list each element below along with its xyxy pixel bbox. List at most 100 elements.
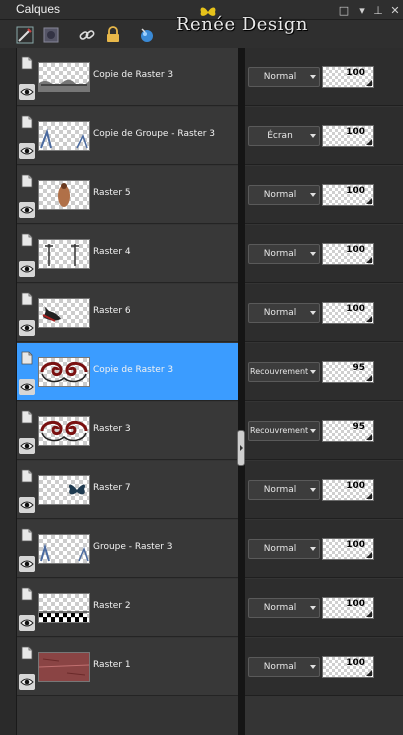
panel-splitter[interactable] <box>238 48 245 735</box>
mask-icon[interactable] <box>42 26 60 44</box>
opacity-field[interactable]: 95 <box>322 361 374 383</box>
layer-thumbnail[interactable] <box>38 593 90 623</box>
layer-name[interactable]: Groupe - Raster 3 <box>93 542 173 552</box>
layer-row[interactable]: Raster 5 <box>17 166 238 224</box>
blend-mode-label: Normal <box>263 249 297 259</box>
layer-thumbnail[interactable] <box>38 652 90 682</box>
lock-icon[interactable] <box>104 26 122 44</box>
opacity-slider-handle[interactable] <box>366 257 372 263</box>
globe-icon[interactable] <box>138 26 156 44</box>
link-icon[interactable] <box>78 26 96 44</box>
blend-mode-select[interactable]: Normal <box>248 303 320 323</box>
layer-type-icon[interactable] <box>20 56 34 70</box>
layer-name[interactable]: Copie de Groupe - Raster 3 <box>93 129 215 139</box>
layer-type-icon[interactable] <box>20 528 34 542</box>
blend-mode-select[interactable]: Normal <box>248 244 320 264</box>
opacity-slider-handle[interactable] <box>366 611 372 617</box>
layer-thumbnail[interactable] <box>38 475 90 505</box>
layer-type-icon[interactable] <box>20 115 34 129</box>
opacity-slider-handle[interactable] <box>366 198 372 204</box>
visibility-eye-icon[interactable] <box>19 438 35 454</box>
opacity-field[interactable]: 100 <box>322 243 374 265</box>
layer-thumbnail[interactable] <box>38 62 90 92</box>
blend-mode-select[interactable]: Recouvrement <box>248 362 320 382</box>
layer-name[interactable]: Raster 7 <box>93 483 131 493</box>
blend-mode-select[interactable]: Normal <box>248 185 320 205</box>
brush-tool-icon[interactable] <box>16 26 34 44</box>
layer-thumbnail[interactable] <box>38 416 90 446</box>
layer-name[interactable]: Raster 5 <box>93 188 131 198</box>
menu-dropdown-icon[interactable]: ▾ <box>355 3 369 17</box>
layer-thumbnail[interactable] <box>38 357 90 387</box>
layer-thumbnail[interactable] <box>38 298 90 328</box>
layer-thumbnail[interactable] <box>38 239 90 269</box>
opacity-slider-handle[interactable] <box>366 434 372 440</box>
opacity-field[interactable]: 100 <box>322 656 374 678</box>
layer-row[interactable]: Copie de Raster 3 <box>17 48 238 106</box>
opacity-field[interactable]: 100 <box>322 538 374 560</box>
layer-row[interactable]: Copie de Raster 3 <box>17 343 238 401</box>
opacity-slider-handle[interactable] <box>366 80 372 86</box>
blend-mode-select[interactable]: Normal <box>248 480 320 500</box>
blend-mode-select[interactable]: Normal <box>248 657 320 677</box>
blend-mode-select[interactable]: Écran <box>248 126 320 146</box>
visibility-eye-icon[interactable] <box>19 497 35 513</box>
opacity-slider-handle[interactable] <box>366 552 372 558</box>
opacity-field[interactable]: 100 <box>322 479 374 501</box>
layer-row[interactable]: Raster 4 <box>17 225 238 283</box>
visibility-eye-icon[interactable] <box>19 202 35 218</box>
layer-type-icon[interactable] <box>20 469 34 483</box>
layer-name[interactable]: Raster 6 <box>93 306 131 316</box>
opacity-field[interactable]: 100 <box>322 184 374 206</box>
layer-name[interactable]: Raster 1 <box>93 660 131 670</box>
layer-thumbnail[interactable] <box>38 121 90 151</box>
opacity-slider-handle[interactable] <box>366 493 372 499</box>
blend-mode-select[interactable]: Normal <box>248 598 320 618</box>
visibility-eye-icon[interactable] <box>19 615 35 631</box>
blend-mode-select[interactable]: Recouvrement <box>248 421 320 441</box>
opacity-slider-handle[interactable] <box>366 375 372 381</box>
splitter-grip[interactable] <box>237 430 245 466</box>
opacity-field[interactable]: 100 <box>322 125 374 147</box>
visibility-eye-icon[interactable] <box>19 674 35 690</box>
layer-name[interactable]: Copie de Raster 3 <box>93 70 173 80</box>
visibility-eye-icon[interactable] <box>19 556 35 572</box>
restore-icon[interactable]: □ <box>337 3 351 17</box>
layer-row[interactable]: Groupe - Raster 3 <box>17 520 238 578</box>
layer-type-icon[interactable] <box>20 174 34 188</box>
layer-row[interactable]: Raster 2 <box>17 579 238 637</box>
close-icon[interactable]: ✕ <box>388 3 402 17</box>
layer-row[interactable]: Copie de Groupe - Raster 3 <box>17 107 238 165</box>
visibility-eye-icon[interactable] <box>19 84 35 100</box>
layer-type-icon[interactable] <box>20 410 34 424</box>
opacity-field[interactable]: 100 <box>322 597 374 619</box>
layer-type-icon[interactable] <box>20 587 34 601</box>
visibility-eye-icon[interactable] <box>19 379 35 395</box>
layer-type-icon[interactable] <box>20 292 34 306</box>
visibility-eye-icon[interactable] <box>19 261 35 277</box>
layer-row[interactable]: Raster 3 <box>17 402 238 460</box>
pin-icon[interactable]: ⊥ <box>371 3 385 17</box>
layer-thumbnail[interactable] <box>38 534 90 564</box>
layer-row[interactable]: Raster 6 <box>17 284 238 342</box>
opacity-slider-handle[interactable] <box>366 670 372 676</box>
opacity-slider-handle[interactable] <box>366 139 372 145</box>
visibility-eye-icon[interactable] <box>19 320 35 336</box>
blend-mode-select[interactable]: Normal <box>248 539 320 559</box>
layer-type-icon[interactable] <box>20 233 34 247</box>
layer-type-icon[interactable] <box>20 646 34 660</box>
blend-mode-select[interactable]: Normal <box>248 67 320 87</box>
layer-name[interactable]: Copie de Raster 3 <box>93 365 173 375</box>
layer-type-icon[interactable] <box>20 351 34 365</box>
opacity-field[interactable]: 100 <box>322 302 374 324</box>
layer-thumbnail[interactable] <box>38 180 90 210</box>
visibility-eye-icon[interactable] <box>19 143 35 159</box>
layer-name[interactable]: Raster 3 <box>93 424 131 434</box>
layer-name[interactable]: Raster 4 <box>93 247 131 257</box>
opacity-field[interactable]: 95 <box>322 420 374 442</box>
layer-row[interactable]: Raster 1 <box>17 638 238 696</box>
opacity-field[interactable]: 100 <box>322 66 374 88</box>
layer-name[interactable]: Raster 2 <box>93 601 131 611</box>
opacity-slider-handle[interactable] <box>366 316 372 322</box>
layer-row[interactable]: Raster 7 <box>17 461 238 519</box>
